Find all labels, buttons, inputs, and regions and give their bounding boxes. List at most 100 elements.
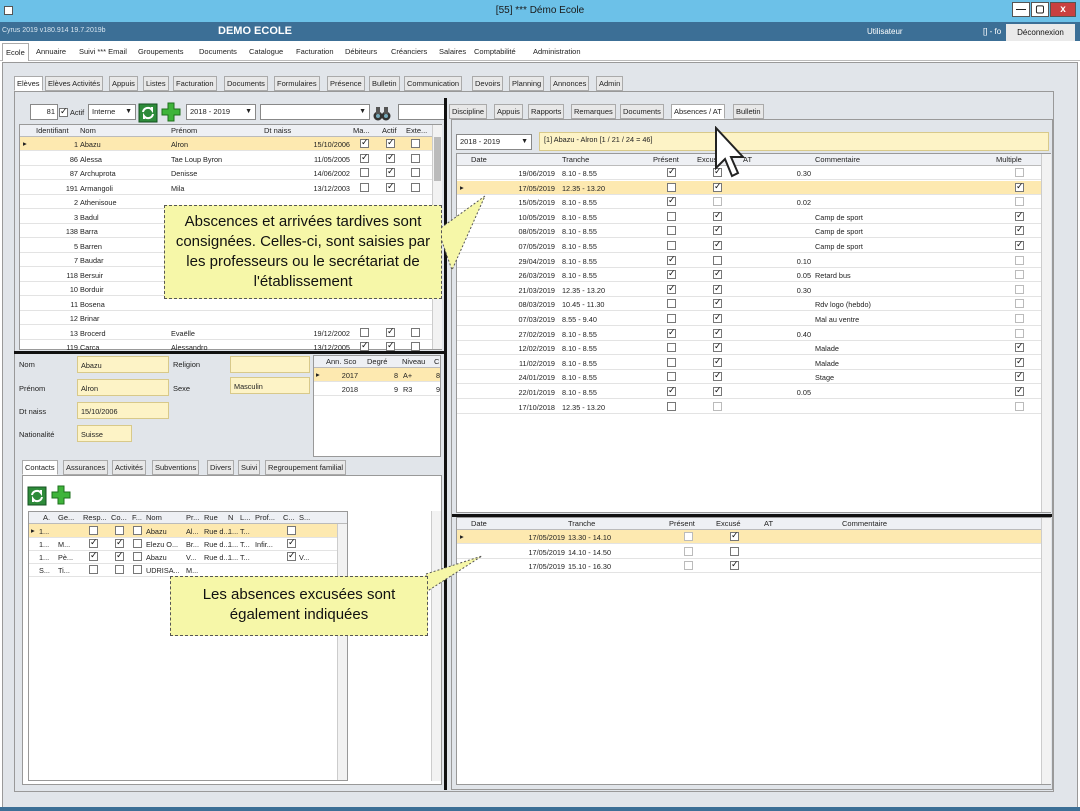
year-row[interactable]: ▸ 2017 8 A+ 8 [314, 368, 440, 382]
absence-row[interactable]: 27/02/2019 8.10 - 8.55 0.40 [457, 327, 1041, 341]
contacts-add-icon[interactable] [51, 485, 71, 505]
col-niveau[interactable]: Niveau [402, 357, 425, 366]
col-degre[interactable]: Degré [367, 357, 387, 366]
contact-resp-checkbox[interactable] [89, 565, 98, 574]
sexe-field[interactable]: Masculin [230, 377, 310, 394]
absence-row[interactable]: 11/02/2019 8.10 - 8.55 Malade [457, 356, 1041, 370]
tab-subventions[interactable]: Subventions [152, 460, 200, 475]
absence-row[interactable]: 24/01/2019 8.10 - 8.55 Stage [457, 370, 1041, 385]
student-exte-checkbox[interactable] [411, 327, 420, 337]
student-row[interactable]: 86 Alessa Tae Loup Byron 11/05/2005 [20, 152, 432, 166]
student-exte-checkbox[interactable] [411, 342, 420, 351]
tab-appuis-right[interactable]: Appuis [494, 104, 523, 119]
contact-resp-checkbox[interactable] [89, 537, 98, 548]
absence-multiple-checkbox[interactable] [1015, 210, 1024, 221]
absence-row[interactable]: 12/02/2019 8.10 - 8.55 Malade [457, 341, 1041, 356]
absence-excuse-checkbox[interactable] [713, 401, 722, 411]
absence-row[interactable]: 19/06/20198.10 - 8.550.30 [457, 166, 1041, 180]
absence-present-checkbox[interactable] [667, 166, 676, 177]
menu-salaires[interactable]: Salaires [439, 47, 466, 56]
contact-co-checkbox[interactable] [115, 526, 124, 535]
student-ma-checkbox[interactable] [360, 137, 369, 148]
absence-present-checkbox[interactable] [667, 299, 676, 309]
absence-detail-present-checkbox[interactable] [684, 532, 693, 541]
prenom-field[interactable]: Alron [77, 379, 169, 396]
absence-multiple-checkbox[interactable] [1015, 239, 1024, 250]
col-identifiant[interactable]: Identifiant [36, 126, 69, 135]
absence-excuse-checkbox[interactable] [713, 181, 722, 192]
student-ma-checkbox[interactable] [360, 340, 369, 351]
absence-excuse-checkbox[interactable] [713, 370, 722, 382]
col-detail-tranche[interactable]: Tranche [568, 519, 595, 528]
tab-rapports[interactable]: Rapports [528, 104, 565, 119]
absence-present-checkbox[interactable] [667, 343, 676, 353]
tab-assurances[interactable]: Assurances [63, 460, 109, 475]
absence-present-checkbox[interactable] [667, 195, 676, 207]
absence-present-checkbox[interactable] [667, 314, 676, 323]
absence-multiple-checkbox[interactable] [1015, 401, 1024, 411]
col-co[interactable]: Co... [111, 513, 127, 522]
col-tranche[interactable]: Tranche [562, 155, 589, 164]
menu-annuaire[interactable]: Annuaire [36, 47, 66, 56]
tab-communication[interactable]: Communication [404, 76, 463, 91]
absence-present-checkbox[interactable] [667, 241, 676, 250]
absence-multiple-checkbox[interactable] [1015, 255, 1024, 265]
student-actif-checkbox[interactable] [386, 326, 395, 337]
col-multiple[interactable]: Multiple [996, 155, 1022, 164]
col-annsco[interactable]: Ann. Sco [326, 357, 356, 366]
col-ge[interactable]: Ge... [58, 513, 74, 522]
absence-detail-excuse-checkbox[interactable] [730, 559, 739, 571]
nationalite-field[interactable]: Suisse [77, 425, 132, 442]
absence-excuse-checkbox[interactable] [713, 297, 722, 309]
absence-present-checkbox[interactable] [667, 254, 676, 265]
absence-multiple-checkbox[interactable] [1015, 328, 1024, 338]
refresh-icon[interactable] [138, 103, 158, 123]
col-ma[interactable]: Ma... [353, 126, 370, 135]
col-actif[interactable]: Actif [382, 126, 397, 135]
absence-detail-present-checkbox[interactable] [684, 546, 693, 556]
absence-multiple-checkbox[interactable] [1015, 370, 1024, 382]
absence-excuse-checkbox[interactable] [713, 312, 722, 323]
add-icon[interactable] [161, 102, 181, 122]
absence-detail-row[interactable]: 17/05/2019 15.10 - 16.30 [457, 559, 1041, 574]
col-prenom[interactable]: Prénom [171, 126, 197, 135]
absence-multiple-checkbox[interactable] [1015, 385, 1024, 396]
religion-field[interactable] [230, 356, 310, 373]
absence-excuse-checkbox[interactable] [713, 197, 722, 207]
absences-scrollbar[interactable] [1041, 154, 1051, 512]
col-a[interactable]: A. [43, 513, 50, 522]
menu-administration[interactable]: Administration [533, 47, 581, 56]
absence-present-checkbox[interactable] [667, 283, 676, 294]
absence-present-checkbox[interactable] [667, 401, 676, 411]
absence-present-checkbox[interactable] [667, 226, 676, 236]
tab-documents[interactable]: Documents [224, 76, 268, 91]
student-exte-checkbox[interactable] [411, 153, 420, 163]
absence-present-checkbox[interactable] [667, 385, 676, 396]
contact-row[interactable]: 1...M...Elezu O...Br...Rue d...1...T...I… [29, 537, 337, 551]
close-button[interactable]: x [1050, 2, 1076, 17]
col-prof[interactable]: Prof... [255, 513, 275, 522]
col-c[interactable]: C [434, 357, 439, 366]
absence-excuse-checkbox[interactable] [713, 385, 722, 396]
contact-row[interactable]: ▸ 1... Abazu Al... Rue d... 1... T... [29, 524, 337, 538]
menu-suivi-email[interactable]: Suivi *** Email [79, 47, 127, 56]
menu-facturation[interactable]: Facturation [296, 47, 334, 56]
horizontal-splitter[interactable] [14, 351, 445, 354]
absence-row[interactable]: 26/03/20198.10 - 8.550.05Retard bus [457, 268, 1041, 283]
tab-devoirs[interactable]: Devoirs [472, 76, 504, 91]
contact-row[interactable]: S... Ti... UDRISA... M... [29, 563, 337, 577]
menu-ecole[interactable]: Ecole [2, 43, 29, 61]
tab-bulletin[interactable]: Bulletin [369, 76, 400, 91]
student-exte-checkbox[interactable] [411, 139, 420, 148]
absence-multiple-checkbox[interactable] [1015, 197, 1024, 207]
menu-creanciers[interactable]: Créanciers [391, 47, 427, 56]
col-n[interactable]: N [228, 513, 233, 522]
contact-row[interactable]: 1...Pè...AbazuV...Rue d...1...T...V... [29, 550, 337, 564]
contact-f-checkbox[interactable] [133, 565, 142, 574]
contact-co-checkbox[interactable] [115, 537, 124, 548]
student-actif-checkbox[interactable] [386, 340, 395, 351]
contacts-refresh-icon[interactable] [27, 486, 47, 506]
menu-catalogue[interactable]: Catalogue [249, 47, 283, 56]
col-nom[interactable]: Nom [80, 126, 96, 135]
menu-groupements[interactable]: Groupements [138, 47, 183, 56]
